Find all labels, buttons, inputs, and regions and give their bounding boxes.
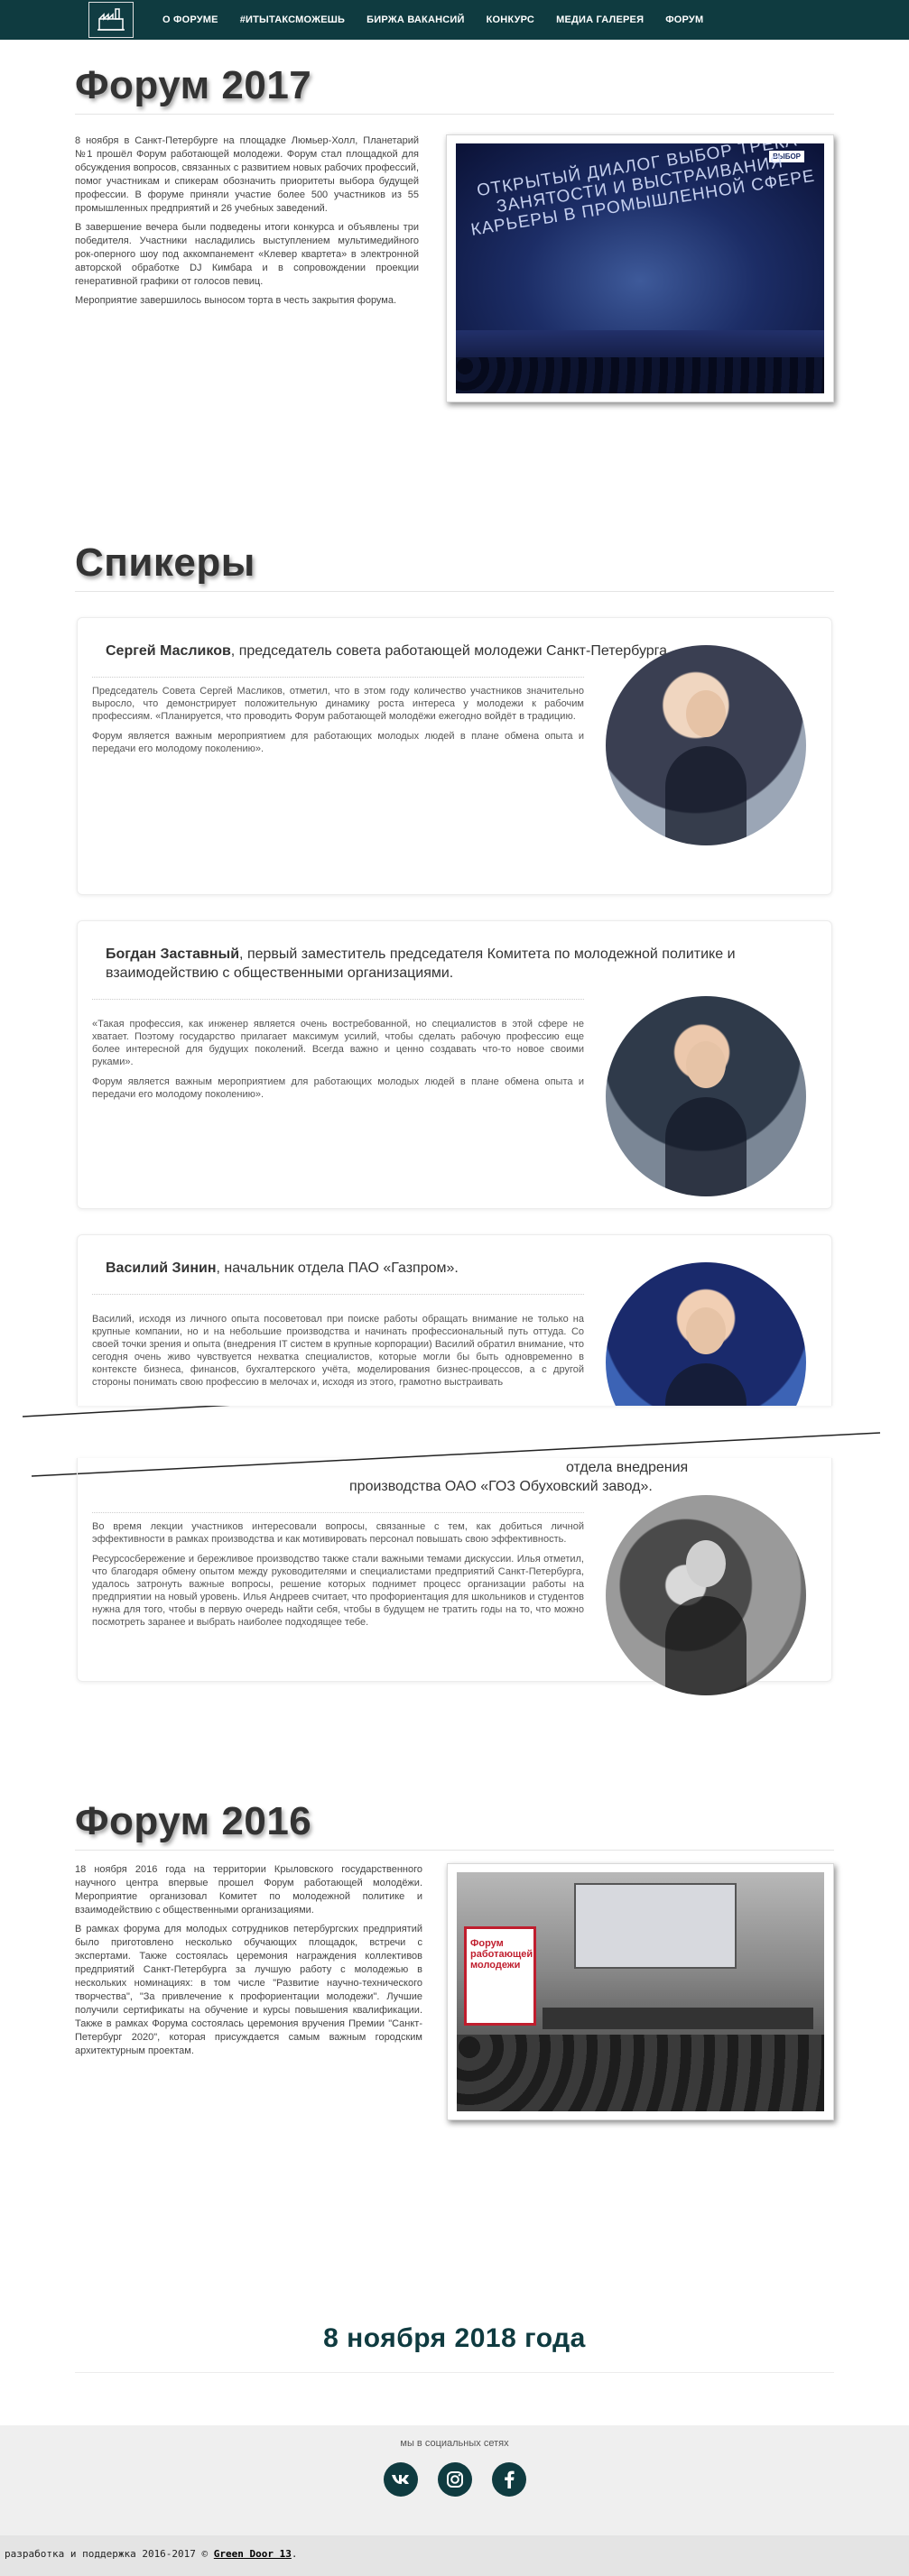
speakers-title: Спикеры: [75, 540, 255, 585]
speaker-body: Василий, исходя из личного опыта посовет…: [92, 1262, 806, 1406]
speaker-role: отдела внедрения: [566, 1460, 689, 1475]
photo-figure: [665, 1097, 747, 1196]
speaker-body: Во время лекции участников интересовали …: [92, 1495, 806, 1695]
speaker-photo: [606, 645, 806, 845]
copyright-suffix: .: [291, 2548, 298, 2560]
forum-2017-content: 8 ноября в Санкт-Петербурге на площадке …: [75, 134, 834, 402]
paragraph: В завершение вечера были подведены итоги…: [75, 222, 419, 287]
speaker-card: Василий Зинин, начальник отдела ПАО «Газ…: [77, 1234, 832, 1406]
speaker-body: «Такая профессия, как инженер является о…: [92, 996, 806, 1196]
photo-head: [686, 1540, 726, 1587]
title-divider: [75, 1850, 834, 1851]
nav-item-hashtag[interactable]: #ИТЫТАКСМОЖЕШЬ: [240, 14, 345, 25]
speaker-name: Богдан Заставный: [106, 946, 240, 962]
facebook-link[interactable]: [491, 2462, 526, 2497]
paragraph: «Такая профессия, как инженер является о…: [92, 1019, 584, 1067]
forum-2016-text: 18 ноября 2016 года на территории Крылов…: [75, 1863, 422, 2120]
paragraph: Форум является важным мероприятием для р…: [92, 731, 584, 754]
forum-2016-photo: Форум работающей молодежи: [457, 1872, 824, 2111]
site-logo[interactable]: [88, 2, 134, 38]
photo-head: [686, 1307, 726, 1354]
photo-figure: [665, 1596, 747, 1695]
paragraph: 8 ноября в Санкт-Петербурге на площадке …: [75, 135, 419, 214]
instagram-icon: [446, 2471, 463, 2488]
photo-panel-table: [543, 2008, 813, 2029]
top-navbar: О ФОРУМЕ #ИТЫТАКСМОЖЕШЬ БИРЖА ВАКАНСИЙ К…: [0, 0, 909, 40]
photo-banner: Форум работающей молодежи: [464, 1926, 536, 2026]
nav-item-media-gallery[interactable]: МЕДИА ГАЛЕРЕЯ: [556, 14, 644, 25]
photo-figure: [665, 746, 747, 845]
nav-item-forum[interactable]: ФОРУМ: [665, 14, 703, 25]
event-date-block: 8 ноября 2018 года: [0, 2323, 909, 2373]
forum-2017-text: 8 ноября в Санкт-Петербурге на площадке …: [75, 134, 419, 402]
paragraph: Председатель Совета Сергей Масликов, отм…: [92, 686, 584, 722]
speaker-name: Сергей Масликов: [106, 643, 231, 659]
speaker-photo: [606, 996, 806, 1196]
title-divider: [75, 114, 834, 115]
forum-2016-title: Форум 2016: [75, 1799, 312, 1843]
social-links: [0, 2462, 909, 2497]
title-divider: [75, 591, 834, 592]
forum-2017-section: Форум 2017 8 ноября в Санкт-Петербурге н…: [0, 40, 909, 540]
photo-crowd: [456, 357, 824, 393]
nav-item-vacancies[interactable]: БИРЖА ВАКАНСИЙ: [366, 14, 464, 25]
speaker-role: , председатель совета работающей молодеж…: [230, 643, 668, 659]
speaker-name: Василий Зинин: [106, 1260, 217, 1276]
speaker-card: Богдан Заставный, первый заместитель пре…: [77, 920, 832, 1209]
speaker-card: Сергей Масликов, председатель совета раб…: [77, 617, 832, 895]
photo-projection-screen: [574, 1883, 737, 1969]
paragraph: Мероприятие завершилось выносом торта в …: [75, 295, 397, 306]
speaker-text: Председатель Совета Сергей Масликов, отм…: [92, 678, 584, 762]
vk-icon: [391, 2475, 409, 2484]
photo-audience: [457, 2035, 824, 2111]
forum-2017-title: Форум 2017: [75, 63, 312, 107]
speaker-text: Во время лекции участников интересовали …: [92, 1513, 584, 1636]
paragraph: 18 ноября 2016 года на территории Крылов…: [75, 1864, 422, 1916]
nav-item-contest[interactable]: КОНКУРС: [487, 14, 534, 25]
social-caption: мы в социальных сетях: [400, 2438, 509, 2449]
forum-2016-content: 18 ноября 2016 года на территории Крылов…: [75, 1863, 834, 2120]
speaker-text: «Такая профессия, как инженер является о…: [92, 1000, 584, 1108]
photo-screen-text: ОТКРЫТЫЙ ДИАЛОГ ВЫБОР ТРЕКА ЗАНЯТОСТИ И …: [469, 143, 817, 240]
speaker-role: производства ОАО «ГОЗ Обуховский завод».: [349, 1479, 653, 1494]
photo-head: [686, 690, 726, 737]
developer-link[interactable]: Green Door 13: [214, 2548, 292, 2560]
paragraph: Ресурсосбережение и бережливое производс…: [92, 1554, 584, 1628]
speaker-body: Председатель Совета Сергей Масликов, отм…: [92, 645, 806, 845]
nav-item-about[interactable]: О ФОРУМЕ: [162, 14, 218, 25]
speakers-section: Спикеры Сергей Масликов, председатель со…: [0, 540, 909, 1695]
photo-figure: [665, 1363, 747, 1406]
instagram-link[interactable]: [437, 2462, 472, 2497]
speaker-text: Василий, исходя из личного опыта посовет…: [92, 1295, 584, 1396]
speaker-card: отдела внедрения производства ОАО «ГОЗ О…: [77, 1458, 832, 1695]
forum-2016-section: Форум 2016 18 ноября 2016 года на террит…: [0, 1682, 909, 2120]
paragraph: Василий, исходя из личного опыта посовет…: [92, 1314, 584, 1388]
event-date: 8 ноября 2018 года: [323, 2323, 586, 2353]
paragraph: Форум является важным мероприятием для р…: [92, 1076, 584, 1100]
forum-2016-photo-frame[interactable]: Форум работающей молодежи: [447, 1863, 834, 2120]
speaker-photo: [606, 1495, 806, 1695]
speaker-role: , начальник отдела ПАО «Газпром».: [216, 1260, 459, 1276]
factory-logo-icon: [97, 8, 125, 31]
copyright-text: разработка и поддержка 2016-2017 ©: [5, 2548, 214, 2560]
vk-link[interactable]: [383, 2462, 418, 2497]
forum-2017-photo-frame[interactable]: ВЫБОР ОТКРЫТЫЙ ДИАЛОГ ВЫБОР ТРЕКА ЗАНЯТО…: [446, 134, 834, 402]
photo-head: [686, 1041, 726, 1088]
date-divider: [75, 2372, 834, 2373]
copyright-bar: разработка и поддержка 2016-2017 © Green…: [0, 2535, 909, 2576]
footer: мы в социальных сетях: [0, 2425, 909, 2535]
forum-2017-photo: ВЫБОР ОТКРЫТЫЙ ДИАЛОГ ВЫБОР ТРЕКА ЗАНЯТО…: [456, 143, 824, 393]
paragraph: Во время лекции участников интересовали …: [92, 1521, 584, 1545]
speaker-heading: Богдан Заставный, первый заместитель пре…: [92, 945, 806, 999]
paragraph: В рамках форума для молодых сотрудников …: [75, 1924, 422, 2056]
facebook-icon: [504, 2470, 515, 2488]
